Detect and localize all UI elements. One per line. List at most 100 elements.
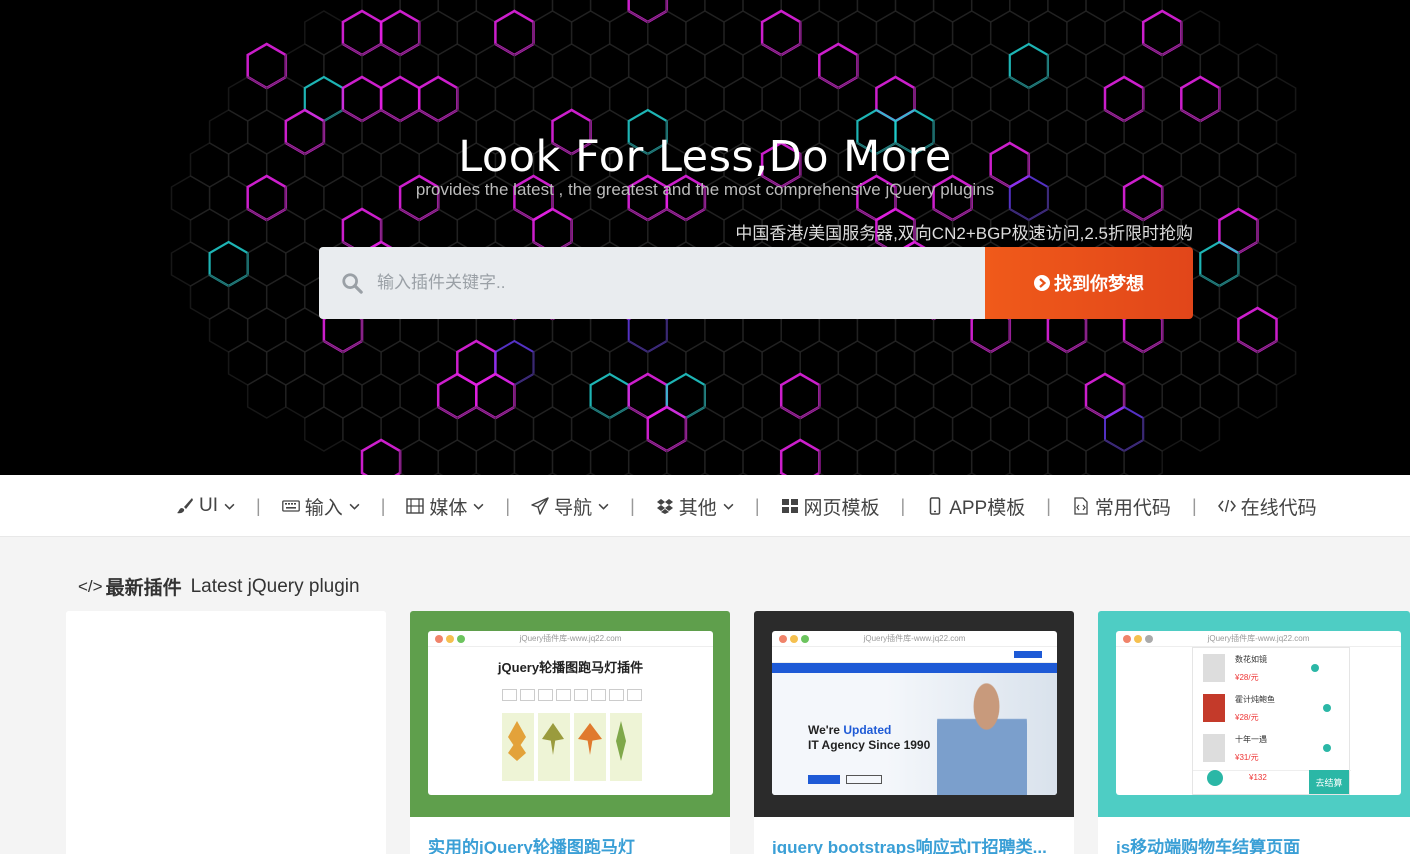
nav-item-label: 网页模板 bbox=[803, 497, 880, 519]
card-thumbnail[interactable]: jQuery插件库-www.jq22.com jQuery轮播图跑马灯插件 bbox=[410, 611, 730, 817]
card-thumbnail[interactable]: jQuery插件库-www.jq22.com 数花如镜 ¥28/元 霍计炖鲍鱼 … bbox=[1098, 611, 1410, 817]
hexagon-shape bbox=[742, 439, 782, 475]
hexagon-shape bbox=[1180, 406, 1221, 452]
hexagon-shape bbox=[227, 340, 268, 386]
hexagon-shape bbox=[932, 0, 973, 23]
hexagon-shape bbox=[570, 10, 611, 56]
hexagon-shape bbox=[666, 43, 706, 89]
section-title: </> 最新插件 Latest jQuery plugin bbox=[78, 573, 360, 600]
hexagon-shape bbox=[1085, 439, 1125, 475]
code-icon: </> bbox=[78, 576, 103, 596]
hexagon-shape bbox=[704, 373, 744, 419]
card-thumbnail[interactable]: jQuery插件库-www.jq22.com We're Updated IT … bbox=[754, 611, 1074, 817]
plugin-card-carousel[interactable]: jQuery插件库-www.jq22.com jQuery轮播图跑马灯插件 实用… bbox=[410, 611, 730, 854]
search-box bbox=[319, 247, 985, 319]
hexagon-shape bbox=[932, 439, 973, 475]
nav-separator: | bbox=[900, 495, 906, 516]
keyboard-icon bbox=[281, 500, 300, 512]
hexagon-shape bbox=[532, 10, 573, 56]
hexagon-shape bbox=[361, 0, 401, 23]
mobile-icon bbox=[929, 497, 941, 515]
hexagon-shape bbox=[551, 43, 592, 89]
chevron-down-icon bbox=[723, 503, 734, 510]
hexagon-shape bbox=[627, 43, 668, 89]
search-input[interactable] bbox=[377, 247, 967, 319]
plugin-card-loading[interactable] bbox=[66, 611, 386, 854]
hexagon-shape bbox=[589, 0, 630, 23]
section-title-bold: 最新插件 bbox=[105, 578, 182, 599]
nav-item-app-templates[interactable]: APP模板 bbox=[926, 493, 1025, 520]
dropbox-icon bbox=[656, 499, 673, 514]
hexagon-shape bbox=[589, 372, 630, 420]
hexagon-shape bbox=[666, 0, 706, 23]
card-title[interactable]: 实用的jQuery轮播图跑马灯 bbox=[428, 833, 635, 854]
nav-item-other[interactable]: 其他 bbox=[656, 493, 734, 520]
nav-item-online-code[interactable]: 在线代码 bbox=[1217, 493, 1317, 520]
hexagon-shape bbox=[208, 240, 249, 288]
hexagon-shape bbox=[399, 439, 439, 475]
hexagon-shape bbox=[589, 439, 630, 475]
hexagon-shape bbox=[913, 10, 954, 56]
hexagon-shape bbox=[246, 42, 288, 90]
nav-separator: | bbox=[380, 495, 386, 516]
nav-item-navigation[interactable]: 导航 bbox=[531, 493, 609, 520]
nav-item-media[interactable]: 媒体 bbox=[406, 493, 484, 520]
card-title[interactable]: jquery bootstraps响应式IT招聘类... bbox=[772, 833, 1047, 854]
hexagon-shape bbox=[475, 372, 516, 420]
hexagon-shape bbox=[989, 406, 1030, 452]
hexagon-shape bbox=[246, 241, 287, 287]
hexagon-shape bbox=[970, 43, 1011, 89]
card-thumbnail bbox=[66, 611, 386, 817]
hexagon-shape bbox=[1047, 373, 1087, 419]
hero-subtitle: provides the latest , the greatest and t… bbox=[415, 180, 995, 199]
hexagon-shape bbox=[1256, 208, 1297, 254]
hexagon-shape bbox=[1199, 240, 1240, 288]
hexagon-shape bbox=[779, 438, 821, 475]
hexagon-shape bbox=[894, 439, 935, 475]
preview-cart: 数花如镜 ¥28/元 霍计炖鲍鱼 ¥28/元 十年一遇 ¥31/元 ¥132 去… bbox=[1192, 647, 1351, 795]
preview-heading: jQuery轮播图跑马灯插件 bbox=[497, 660, 644, 675]
hexagon-shape bbox=[779, 372, 821, 420]
hexagon-shape bbox=[323, 373, 363, 419]
plugin-card-cart[interactable]: jQuery插件库-www.jq22.com 数花如镜 ¥28/元 霍计炖鲍鱼 … bbox=[1098, 611, 1410, 854]
nav-item-input[interactable]: 输入 bbox=[281, 493, 360, 520]
hexagon-shape bbox=[341, 75, 383, 123]
nav-item-common-code[interactable]: 常用代码 bbox=[1072, 493, 1171, 520]
plugin-card-it-agency[interactable]: jQuery插件库-www.jq22.com We're Updated IT … bbox=[754, 611, 1074, 854]
hexagon-shape bbox=[875, 10, 916, 56]
hexagon-shape bbox=[685, 10, 725, 56]
hexagon-shape bbox=[380, 340, 420, 386]
hexagon-shape bbox=[1123, 439, 1163, 475]
nav-separator: | bbox=[1191, 495, 1197, 516]
nav-item-label: APP模板 bbox=[949, 497, 1026, 519]
hexagon-shape bbox=[704, 439, 744, 475]
hexagon-shape bbox=[475, 0, 516, 23]
hexagon-shape bbox=[399, 0, 439, 23]
hexagon-shape bbox=[246, 373, 287, 419]
chevron-down-icon bbox=[224, 503, 235, 510]
hexagon-shape bbox=[913, 340, 954, 386]
hexagon-shape bbox=[379, 9, 421, 57]
hexagon-shape bbox=[437, 439, 478, 475]
hexagon-shape bbox=[723, 406, 763, 452]
hexagon-shape bbox=[436, 372, 478, 420]
hexagon-shape bbox=[1142, 76, 1183, 122]
search-button-label: 找到你梦想 bbox=[1054, 274, 1144, 294]
hexagon-shape bbox=[760, 9, 802, 57]
nav-items: UI | 输入 | 媒体 | 导航 | 其他 | 网页模板 | APP模板 | … bbox=[176, 475, 1317, 537]
card-title[interactable]: js移动端购物车结算页面 bbox=[1116, 833, 1300, 854]
hexagon-shape bbox=[1047, 0, 1087, 23]
nav-item-ui[interactable]: UI bbox=[176, 495, 235, 517]
hexagon-shape bbox=[361, 373, 401, 419]
hexagon-shape bbox=[1237, 306, 1278, 354]
hexagon-shape bbox=[494, 9, 535, 57]
hexagon-shape bbox=[837, 406, 878, 452]
preview-heading: We're Updated bbox=[808, 723, 892, 737]
nav-item-web-templates[interactable]: 网页模板 bbox=[781, 493, 880, 520]
nav-separator: | bbox=[754, 495, 760, 516]
search-button[interactable]: 找到你梦想 bbox=[985, 247, 1193, 319]
promo-link[interactable]: 中国香港/美国服务器,双向CN2+BGP极速访问,2.5折限时抢购 bbox=[735, 219, 1193, 244]
hexagon-shape bbox=[1104, 405, 1145, 453]
hexagon-shape bbox=[818, 0, 859, 23]
hexagon-shape bbox=[1199, 307, 1240, 353]
